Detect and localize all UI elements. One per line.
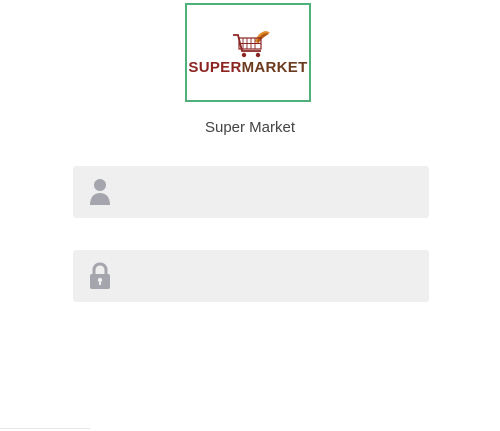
user-icon [90, 179, 110, 205]
shopping-cart-icon [233, 31, 270, 58]
logo-text-super: SUPER [188, 59, 242, 76]
logo-wordmark: SUPERMARKET [187, 59, 309, 76]
app-name: Super Market [204, 119, 296, 136]
password-input[interactable] [151, 260, 415, 294]
username-input[interactable] [151, 176, 415, 210]
divider [0, 428, 90, 429]
app-logo: SUPERMARKET [185, 3, 311, 102]
password-field[interactable] [73, 250, 429, 302]
username-field[interactable] [73, 166, 429, 218]
login-button[interactable] [152, 340, 348, 395]
lock-icon [90, 262, 110, 289]
logo-text-market: MARKET [241, 59, 308, 76]
